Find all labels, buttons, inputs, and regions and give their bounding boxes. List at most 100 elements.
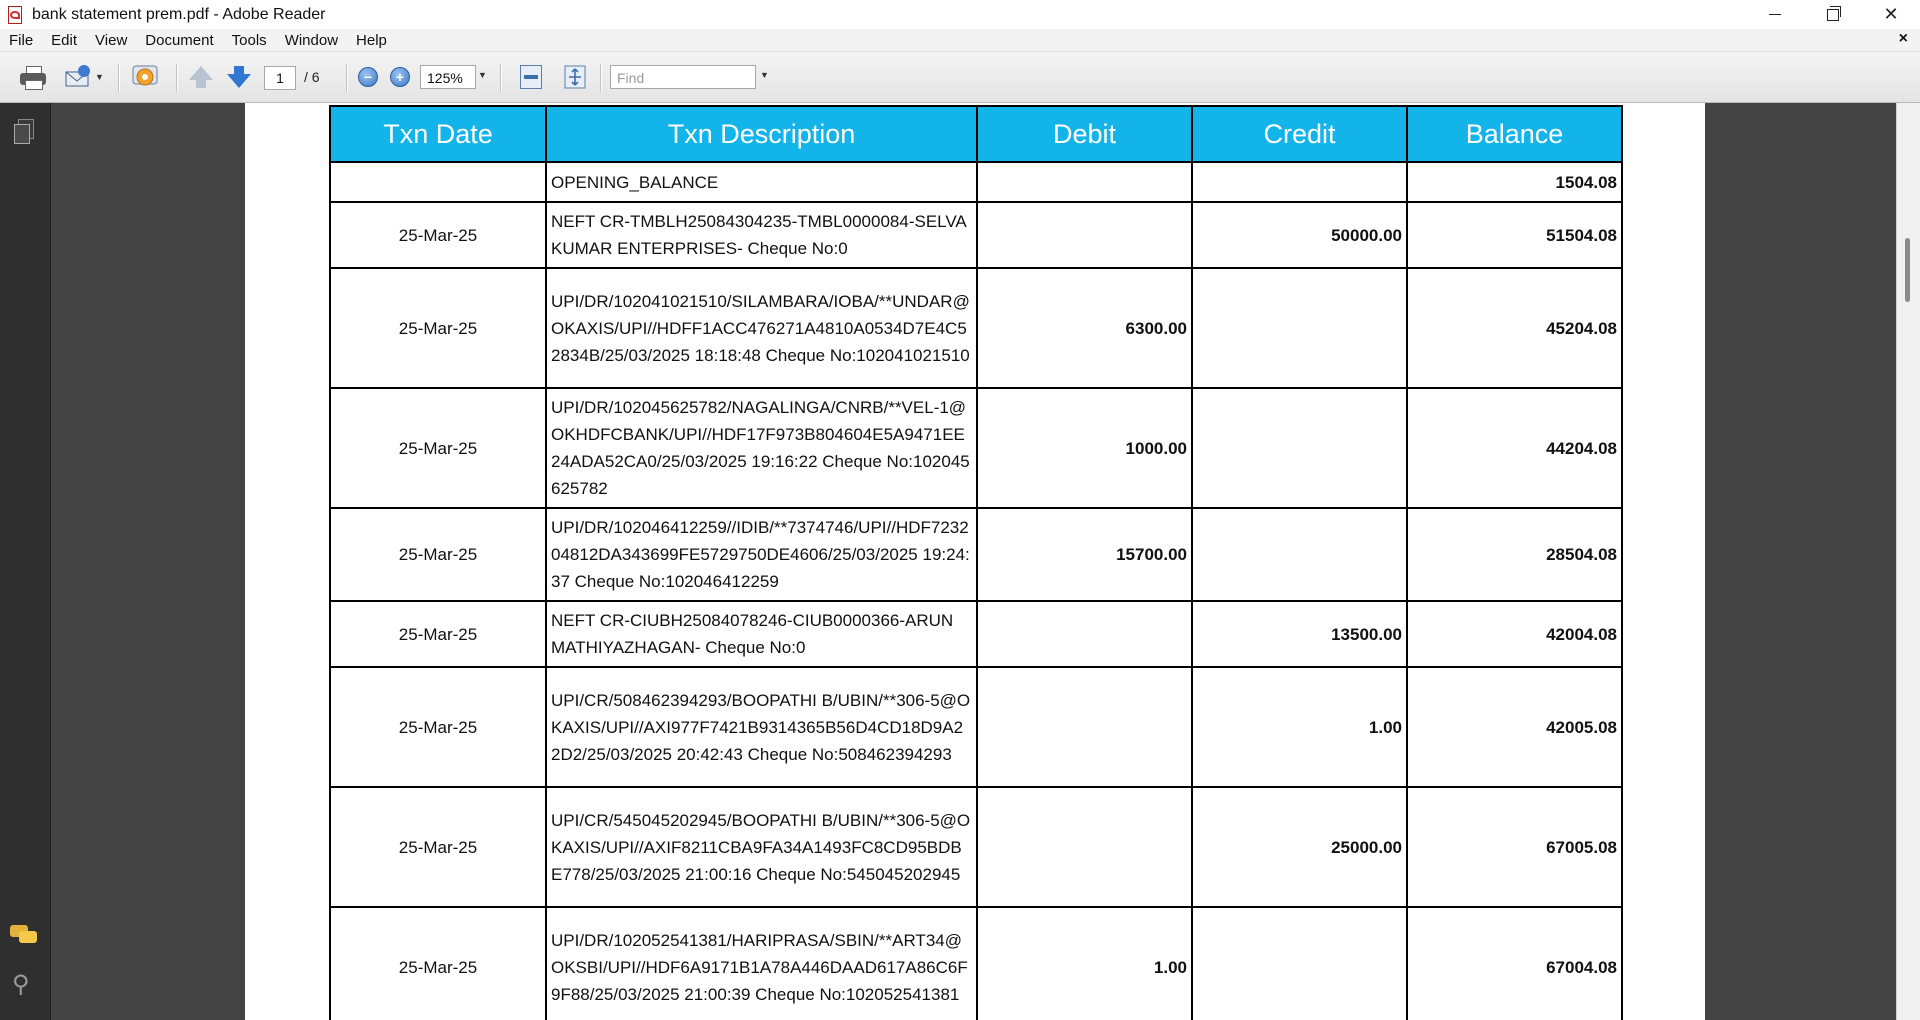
zoom-dropdown-icon[interactable]: ▼ — [478, 70, 487, 80]
title-bar: bank statement prem.pdf - Adobe Reader ✕ — [0, 0, 1920, 29]
restore-button[interactable] — [1804, 0, 1862, 29]
menu-tools[interactable]: Tools — [223, 32, 276, 49]
txn-balance: 44204.08 — [1406, 387, 1623, 509]
txn-credit — [1191, 507, 1408, 602]
header-txn-description: Txn Description — [545, 105, 978, 163]
txn-description: OPENING_BALANCE — [545, 161, 978, 203]
menu-view[interactable]: View — [86, 32, 136, 49]
txn-date: 25-Mar-25 — [329, 387, 547, 509]
table-row: OPENING_BALANCE 1504.08 — [329, 161, 1623, 203]
txn-date — [329, 161, 547, 203]
menu-help[interactable]: Help — [347, 32, 396, 49]
restore-icon — [1827, 5, 1841, 21]
txn-date: 25-Mar-25 — [329, 267, 547, 389]
txn-credit: 1.00 — [1191, 666, 1408, 788]
minimize-button[interactable] — [1746, 0, 1804, 29]
table-row: 25-Mar-25 UPI/CR/545045202945/BOOPATHI B… — [329, 786, 1623, 908]
attachments-icon[interactable]: ⚲ — [12, 971, 32, 999]
toolbar: ▼ 1 / 6 − + 125% ▼ Find ▼ — [0, 52, 1920, 103]
txn-balance: 51504.08 — [1406, 201, 1623, 269]
table-row: 25-Mar-25 UPI/DR/102046412259//IDIB/**73… — [329, 507, 1623, 602]
fit-width-icon — [520, 65, 542, 89]
txn-debit — [976, 600, 1193, 668]
page-number-input[interactable]: 1 — [264, 66, 296, 90]
find-dropdown-icon[interactable]: ▼ — [760, 70, 769, 80]
table-row: 25-Mar-25 UPI/DR/102041021510/SILAMBARA/… — [329, 267, 1623, 389]
scrollbar-thumb[interactable] — [1905, 238, 1910, 302]
zoom-in-button[interactable]: + — [388, 62, 412, 92]
txn-debit: 1.00 — [976, 906, 1193, 1020]
fit-page-button[interactable] — [560, 62, 590, 92]
collaborate-button[interactable] — [128, 62, 164, 92]
adobe-reader-icon — [6, 5, 24, 25]
txn-debit — [976, 161, 1193, 203]
txn-debit — [976, 786, 1193, 908]
txn-debit: 6300.00 — [976, 267, 1193, 389]
header-txn-date: Txn Date — [329, 105, 547, 163]
arrow-stem — [196, 80, 206, 88]
txn-date: 25-Mar-25 — [329, 786, 547, 908]
txn-description: UPI/DR/102045625782/NAGALINGA/CNRB/**VEL… — [545, 387, 978, 509]
fit-page-icon — [564, 65, 586, 89]
txn-credit — [1191, 906, 1408, 1020]
txn-description: UPI/DR/102041021510/SILAMBARA/IOBA/**UND… — [545, 267, 978, 389]
statement-table: Txn Date Txn Description Debit Credit Ba… — [329, 105, 1623, 1020]
txn-debit: 1000.00 — [976, 387, 1193, 509]
zoom-out-button[interactable]: − — [356, 62, 380, 92]
menu-bar: File Edit View Document Tools Window Hel… — [0, 29, 1920, 52]
next-page-button[interactable] — [224, 62, 254, 92]
document-area[interactable]: Txn Date Txn Description Debit Credit Ba… — [51, 103, 1897, 1020]
txn-date: 25-Mar-25 — [329, 906, 547, 1020]
menu-window[interactable]: Window — [276, 32, 347, 49]
table-row: 25-Mar-25 UPI/CR/508462394293/BOOPATHI B… — [329, 666, 1623, 788]
txn-debit — [976, 201, 1193, 269]
close-button[interactable]: ✕ — [1862, 0, 1920, 29]
comments-icon[interactable] — [10, 925, 38, 947]
txn-description: UPI/CR/545045202945/BOOPATHI B/UBIN/**30… — [545, 786, 978, 908]
pages-panel-icon[interactable] — [12, 119, 34, 145]
email-dropdown-icon[interactable]: ▼ — [95, 72, 104, 82]
txn-balance: 42005.08 — [1406, 666, 1623, 788]
email-button[interactable]: ▼ — [60, 62, 108, 92]
menu-edit[interactable]: Edit — [42, 32, 86, 49]
print-button[interactable] — [16, 62, 50, 92]
txn-credit: 25000.00 — [1191, 786, 1408, 908]
txn-credit: 50000.00 — [1191, 201, 1408, 269]
separator — [118, 64, 120, 92]
pdf-page: Txn Date Txn Description Debit Credit Ba… — [245, 103, 1705, 1020]
table-row: 25-Mar-25 NEFT CR-CIUBH25084078246-CIUB0… — [329, 600, 1623, 668]
txn-description: NEFT CR-CIUBH25084078246-CIUB0000366-ARU… — [545, 600, 978, 668]
find-input[interactable]: Find — [610, 65, 756, 89]
txn-balance: 28504.08 — [1406, 507, 1623, 602]
previous-page-button[interactable] — [186, 62, 216, 92]
menu-document[interactable]: Document — [136, 32, 222, 49]
txn-credit — [1191, 387, 1408, 509]
txn-date: 25-Mar-25 — [329, 507, 547, 602]
separator — [500, 64, 502, 92]
txn-credit — [1191, 161, 1408, 203]
table-row: 25-Mar-25 NEFT CR-TMBLH25084304235-TMBL0… — [329, 201, 1623, 269]
zoom-level-select[interactable]: 125% — [420, 65, 476, 89]
collaborate-icon — [132, 65, 158, 86]
zoom-out-icon: − — [358, 67, 378, 87]
separator — [176, 64, 178, 92]
txn-date: 25-Mar-25 — [329, 201, 547, 269]
fit-width-button[interactable] — [516, 62, 546, 92]
print-icon — [20, 66, 46, 90]
txn-credit: 13500.00 — [1191, 600, 1408, 668]
zoom-in-icon: + — [390, 67, 410, 87]
close-document-icon[interactable]: × — [1899, 30, 1908, 48]
header-balance: Balance — [1406, 105, 1623, 163]
previous-page-icon — [189, 66, 213, 80]
txn-balance: 42004.08 — [1406, 600, 1623, 668]
txn-debit: 15700.00 — [976, 507, 1193, 602]
vertical-scrollbar[interactable] — [1896, 103, 1920, 1020]
separator — [600, 64, 602, 92]
email-icon — [65, 65, 91, 87]
header-credit: Credit — [1191, 105, 1408, 163]
minimize-icon — [1769, 14, 1781, 15]
txn-description: NEFT CR-TMBLH25084304235-TMBL0000084-SEL… — [545, 201, 978, 269]
menu-file[interactable]: File — [0, 32, 42, 49]
table-row: 25-Mar-25 UPI/DR/102052541381/HARIPRASA/… — [329, 906, 1623, 1020]
txn-balance: 45204.08 — [1406, 267, 1623, 389]
